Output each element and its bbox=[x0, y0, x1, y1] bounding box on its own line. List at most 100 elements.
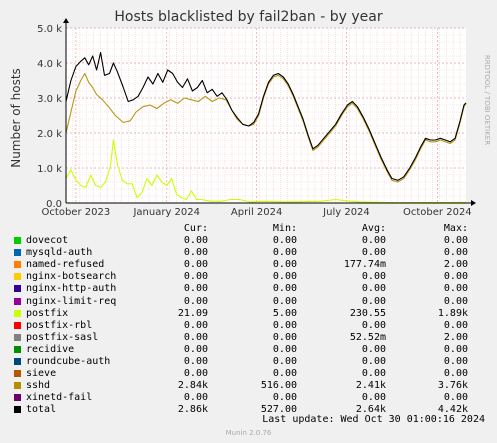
legend-header-cur: Cur: bbox=[183, 223, 208, 234]
legend-cur-total: 2.86k bbox=[177, 404, 208, 416]
legend-name-postfix-rbl: postfix-rbl bbox=[26, 319, 93, 331]
legend-swatch-postfix bbox=[14, 309, 21, 317]
legend-header-min: Min: bbox=[272, 223, 297, 234]
legend-name-sieve: sieve bbox=[26, 368, 57, 380]
legend-cur-dovecot: 0.00 bbox=[183, 235, 208, 246]
legend-swatch-sshd bbox=[14, 382, 21, 390]
x-axis-arrow bbox=[471, 200, 476, 206]
legend-header-max: Max: bbox=[443, 223, 468, 234]
legend-swatch-dovecot bbox=[14, 237, 21, 244]
legend-min-nginx-botsearch: 0.00 bbox=[272, 271, 297, 283]
legend-cur-named-refused: 0.00 bbox=[183, 259, 208, 271]
y-tick-label: 1.0 k bbox=[37, 164, 62, 175]
legend-min-postfix-sasl: 0.00 bbox=[272, 331, 297, 343]
legend-name-nginx-botsearch: nginx-botsearch bbox=[26, 271, 117, 283]
legend-swatch-postfix-sasl bbox=[14, 333, 21, 341]
legend-min-recidive: 0.00 bbox=[272, 343, 297, 355]
legend-min-nginx-http-auth: 0.00 bbox=[272, 283, 297, 295]
legend-avg-named-refused: 177.74m bbox=[343, 259, 386, 271]
legend-avg-recidive: 0.00 bbox=[361, 343, 386, 355]
legend-swatch-xinetd-fail bbox=[14, 394, 21, 402]
legend-cur-postfix: 21.09 bbox=[177, 307, 208, 319]
legend-min-postfix: 5.00 bbox=[272, 307, 297, 319]
y-axis-arrow bbox=[63, 18, 69, 23]
y-tick-label: 5.0 k bbox=[37, 24, 62, 35]
legend-name-recidive: recidive bbox=[26, 343, 75, 355]
legend-avg-postfix: 230.55 bbox=[349, 307, 386, 319]
legend-avg-nginx-limit-req: 0.00 bbox=[361, 295, 386, 307]
legend-avg-xinetd-fail: 0.00 bbox=[361, 392, 386, 404]
legend-cur-nginx-botsearch: 0.00 bbox=[183, 271, 208, 283]
legend-cur-postfix-sasl: 0.00 bbox=[183, 331, 208, 343]
legend-swatch-mysqld-auth bbox=[14, 249, 21, 257]
legend-swatch-postfix-rbl bbox=[14, 321, 21, 329]
legend-name-dovecot: dovecot bbox=[26, 235, 69, 246]
plot-area bbox=[66, 28, 466, 203]
legend-min-dovecot: 0.00 bbox=[272, 235, 297, 246]
legend-swatch-nginx-limit-req bbox=[14, 297, 21, 305]
legend-avg-sieve: 0.00 bbox=[361, 368, 386, 380]
legend-max-named-refused: 2.00 bbox=[443, 259, 468, 271]
chart-canvas: October 2023 January 2024 April 2024 July 2… bbox=[37, 18, 476, 218]
legend-name-postfix: postfix bbox=[26, 307, 69, 319]
legend-avg-nginx-botsearch: 0.00 bbox=[361, 271, 386, 283]
legend-min-xinetd-fail: 0.00 bbox=[272, 392, 297, 404]
legend-cur-xinetd-fail: 0.00 bbox=[183, 392, 208, 404]
legend-swatch-named-refused bbox=[14, 261, 21, 269]
legend-max-postfix-rbl: 0.00 bbox=[443, 319, 468, 331]
legend-cur-mysqld-auth: 0.00 bbox=[183, 247, 208, 259]
legend-max-nginx-limit-req: 0.00 bbox=[443, 295, 468, 307]
munin-graph: Hosts blacklisted by fail2ban - by year … bbox=[0, 0, 497, 443]
legend-swatch-nginx-botsearch bbox=[14, 273, 21, 281]
legend-avg-mysqld-auth: 0.00 bbox=[361, 247, 386, 259]
legend-avg-postfix-sasl: 52.52m bbox=[349, 331, 386, 343]
y-tick-label: 4.0 k bbox=[37, 59, 62, 70]
legend-swatch-nginx-http-auth bbox=[14, 285, 21, 293]
legend-swatch-sieve bbox=[14, 370, 21, 378]
legend-name-roundcube-auth: roundcube-auth bbox=[26, 356, 111, 367]
legend-name-postfix-sasl: postfix-sasl bbox=[26, 331, 99, 343]
legend-cur-sieve: 0.00 bbox=[183, 368, 208, 380]
legend-min-sieve: 0.00 bbox=[272, 368, 297, 380]
x-tick-label: July 2024 bbox=[322, 207, 370, 218]
x-tick-label: April 2024 bbox=[231, 207, 282, 218]
legend-name-mysqld-auth: mysqld-auth bbox=[26, 247, 93, 259]
legend-max-postfix: 1.89k bbox=[437, 307, 468, 319]
legend-max-sieve: 0.00 bbox=[443, 368, 468, 380]
x-tick-label: January 2024 bbox=[132, 207, 200, 218]
munin-version: Munin 2.0.76 bbox=[225, 429, 272, 437]
legend-min-named-refused: 0.00 bbox=[272, 259, 297, 271]
legend-min-mysqld-auth: 0.00 bbox=[272, 247, 297, 259]
legend-min-sshd: 516.00 bbox=[260, 380, 297, 392]
legend-avg-sshd: 2.41k bbox=[355, 380, 386, 392]
legend-min-nginx-limit-req: 0.00 bbox=[272, 295, 297, 307]
legend-swatch-total bbox=[14, 406, 21, 414]
legend-cur-roundcube-auth: 0.00 bbox=[183, 356, 208, 367]
legend-max-xinetd-fail: 0.00 bbox=[443, 392, 468, 404]
last-update: Last update: Wed Oct 30 01:00:16 2024 bbox=[262, 414, 485, 425]
legend-max-roundcube-auth: 0.00 bbox=[443, 356, 468, 367]
legend-cur-nginx-limit-req: 0.00 bbox=[183, 295, 208, 307]
legend-max-dovecot: 0.00 bbox=[443, 235, 468, 246]
legend-max-sshd: 3.76k bbox=[437, 380, 468, 392]
legend-cur-nginx-http-auth: 0.00 bbox=[183, 283, 208, 295]
legend-min-roundcube-auth: 0.00 bbox=[272, 356, 297, 367]
legend-swatch-roundcube-auth bbox=[14, 358, 21, 365]
y-tick-label: 3.0 k bbox=[37, 94, 62, 105]
y-tick-label: 0.0 bbox=[46, 199, 62, 210]
legend-name-xinetd-fail: xinetd-fail bbox=[26, 392, 93, 404]
legend-avg-dovecot: 0.00 bbox=[361, 235, 386, 246]
y-tick-label: 2.0 k bbox=[37, 129, 62, 140]
legend-avg-nginx-http-auth: 0.00 bbox=[361, 283, 386, 295]
legend-cur-postfix-rbl: 0.00 bbox=[183, 319, 208, 331]
legend-cur-sshd: 2.84k bbox=[177, 380, 208, 392]
legend-name-nginx-http-auth: nginx-http-auth bbox=[26, 283, 117, 295]
legend-avg-postfix-rbl: 0.00 bbox=[361, 319, 386, 331]
legend-min-postfix-rbl: 0.00 bbox=[272, 319, 297, 331]
legend-max-nginx-botsearch: 0.00 bbox=[443, 271, 468, 283]
legend-name-named-refused: named-refused bbox=[26, 259, 105, 271]
legend-swatch-recidive bbox=[14, 345, 21, 353]
legend-max-postfix-sasl: 2.00 bbox=[443, 331, 468, 343]
x-tick-label: October 2024 bbox=[403, 207, 472, 218]
legend-avg-roundcube-auth: 0.00 bbox=[361, 356, 386, 367]
